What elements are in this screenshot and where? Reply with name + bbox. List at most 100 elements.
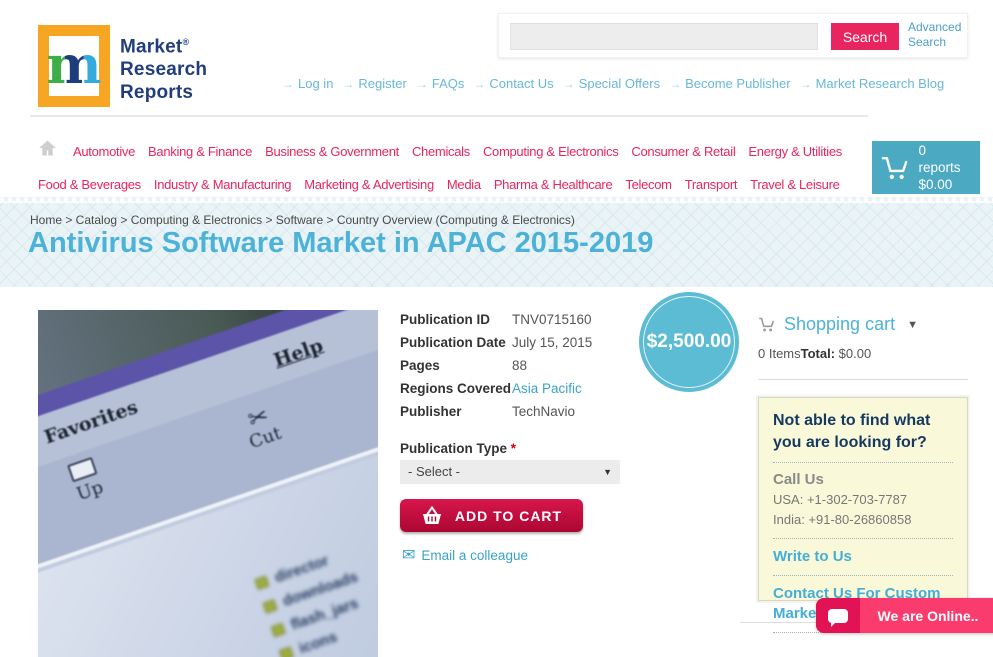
- detail-label-pages: Pages: [400, 358, 440, 373]
- dotted-divider: [773, 575, 953, 576]
- help-box: Not able to find what you are looking fo…: [758, 397, 968, 633]
- breadcrumb[interactable]: Home > Catalog > Computing & Electronics…: [30, 213, 575, 227]
- category-energy-utilities[interactable]: Energy & Utilities: [748, 144, 842, 159]
- cart-total-value: $0.00: [835, 346, 872, 361]
- arrow-icon: →: [415, 77, 428, 91]
- phone-india: India: +91-80-26860858: [773, 512, 912, 527]
- dotted-divider: [773, 462, 953, 463]
- menu-help: Help: [270, 334, 326, 372]
- detail-label-publisher: Publisher: [400, 404, 462, 419]
- publication-type-select[interactable]: - Select - ▼: [400, 460, 620, 484]
- phone-usa: USA: +1-302-703-7787: [773, 492, 908, 507]
- nav-special-offers[interactable]: → Special Offers: [563, 76, 660, 91]
- registered-mark: ®: [182, 37, 190, 47]
- category-pharma-healthcare[interactable]: Pharma & Healthcare: [494, 177, 613, 192]
- category-banking-finance[interactable]: Banking & Finance: [148, 144, 252, 159]
- header-cart-box[interactable]: 0 reports $0.00: [872, 141, 980, 194]
- arrow-icon: →: [282, 77, 294, 91]
- arrow-icon: →: [799, 77, 812, 91]
- detail-value-pages: 88: [512, 358, 528, 373]
- brand-logo[interactable]: m: [38, 25, 110, 107]
- cart-reports-count: 0 reports: [918, 143, 961, 175]
- detail-value-publication-date: July 15, 2015: [512, 335, 593, 350]
- tool-cut: ✂ Cut: [239, 401, 284, 453]
- cart-icon: [881, 156, 908, 179]
- folder-icon: [262, 599, 278, 614]
- home-icon[interactable]: [38, 139, 57, 157]
- add-to-cart-button[interactable]: ADD TO CART: [400, 499, 583, 532]
- screenshot-scene: Favorites Help Up ✂ Cut Copy: [38, 310, 378, 657]
- nav-login[interactable]: → Log in: [282, 76, 333, 91]
- arrow-icon: →: [562, 77, 575, 91]
- detail-label-publication-date: Publication Date: [400, 335, 506, 350]
- chat-status-text: We are Online..: [877, 607, 979, 624]
- detail-label-regions: Regions Covered: [400, 381, 512, 396]
- category-media[interactable]: Media: [447, 177, 481, 192]
- write-to-us-link[interactable]: Write to Us: [773, 547, 953, 567]
- live-chat-widget[interactable]: We are Online..: [816, 598, 993, 633]
- call-us-label: Call Us: [773, 471, 824, 488]
- chat-bubble-icon: [828, 608, 848, 627]
- category-food-beverages[interactable]: Food & Beverages: [38, 177, 141, 192]
- nav-register[interactable]: → Register: [342, 76, 406, 91]
- brand-line1: Market: [120, 36, 183, 58]
- detail-value-regions-link[interactable]: Asia Pacific: [512, 381, 582, 396]
- product-image: Favorites Help Up ✂ Cut Copy: [38, 310, 378, 657]
- price-text: $2,500.00: [646, 331, 732, 352]
- chevron-down-icon: ▼: [907, 318, 918, 331]
- category-consumer-retail[interactable]: Consumer & Retail: [631, 144, 735, 159]
- category-telecom[interactable]: Telecom: [625, 177, 672, 192]
- detail-label-publication-id: Publication ID: [400, 312, 491, 327]
- publication-type-label: Publication Type *: [400, 441, 517, 456]
- search-button[interactable]: Search: [831, 23, 899, 50]
- envelope-icon: ✉: [402, 547, 416, 564]
- sidebar-divider: [758, 379, 968, 380]
- tool-up: Up: [67, 456, 106, 505]
- select-caret-icon: ▼: [603, 467, 612, 477]
- category-marketing-advertising[interactable]: Marketing & Advertising: [304, 177, 434, 192]
- search-card: Search Advanced Search: [498, 13, 968, 58]
- search-input[interactable]: [510, 23, 818, 50]
- email-colleague-link[interactable]: ✉ Email a colleague: [402, 545, 528, 565]
- price-badge: $2,500.00: [639, 292, 739, 392]
- brand-line2: Research: [120, 59, 208, 81]
- advanced-search-line2: Search: [908, 35, 947, 49]
- category-computing-electronics[interactable]: Computing & Electronics: [483, 144, 619, 159]
- nav-contact-us[interactable]: → Contact Us: [473, 76, 553, 91]
- advanced-search-link[interactable]: Advanced Search: [908, 20, 968, 50]
- shopping-cart-header[interactable]: Shopping cart ▼: [758, 314, 918, 335]
- zigzag-border: [0, 197, 993, 203]
- category-automotive[interactable]: Automotive: [73, 144, 135, 159]
- category-chemicals[interactable]: Chemicals: [412, 144, 470, 159]
- shopping-cart-title: Shopping cart: [784, 314, 896, 334]
- arrow-icon: →: [473, 77, 486, 91]
- basket-icon: [422, 505, 441, 524]
- brand-name[interactable]: Market® Research Reports: [120, 31, 207, 104]
- dotted-divider: [773, 538, 953, 539]
- category-travel-leisure[interactable]: Travel & Leisure: [750, 177, 840, 192]
- category-industry-manufacturing[interactable]: Industry & Manufacturing: [154, 177, 292, 192]
- advanced-search-line1: Advanced: [908, 20, 962, 34]
- nav-faqs[interactable]: → FAQs: [416, 76, 465, 91]
- logo-m-icon: m: [46, 35, 102, 96]
- brand-line3: Reports: [120, 82, 194, 104]
- folder-icon: [254, 575, 270, 590]
- page: m Market® Research Reports Search Advanc…: [0, 0, 993, 657]
- category-transport[interactable]: Transport: [685, 177, 738, 192]
- chat-icon-wrap: [816, 598, 860, 633]
- file-list: director downloads flash_jars icons: [252, 541, 378, 657]
- top-nav: → Log in → Register → FAQs → Contact Us → Spe…: [282, 76, 944, 91]
- arrow-icon: →: [342, 77, 355, 91]
- category-row-2: Food & Beverages Industry & Manufacturin…: [38, 177, 840, 192]
- header-divider: [30, 115, 868, 117]
- cart-summary: 0 ItemsTotal: $0.00: [758, 346, 872, 361]
- cart-total-label: Total:: [800, 346, 836, 361]
- required-asterisk: *: [510, 441, 517, 456]
- category-business-government[interactable]: Business & Government: [265, 144, 399, 159]
- help-box-heading: Not able to find what you are looking fo…: [773, 412, 931, 451]
- folder-icon: [270, 622, 286, 638]
- category-row-1: Automotive Banking & Finance Business & …: [73, 144, 842, 159]
- nav-become-publisher[interactable]: → Become Publisher: [669, 76, 791, 91]
- nav-market-research-blog[interactable]: → Market Research Blog: [800, 76, 945, 91]
- detail-value-publication-id: TNV0715160: [512, 312, 592, 327]
